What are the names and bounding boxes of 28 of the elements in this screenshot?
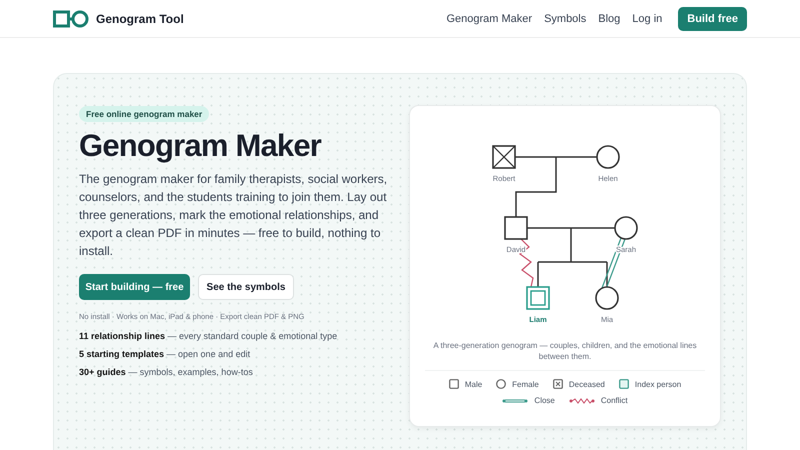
index-square-icon — [618, 379, 629, 389]
double-line-icon — [502, 398, 528, 404]
legend-label: Male — [464, 380, 482, 388]
start-building-button[interactable]: Start building — free — [79, 274, 190, 300]
logo-text: Genogram Tool — [96, 12, 184, 26]
description: The genogram maker for family therapists, social workers, counselors, and the students training to join them. Lay out three generations, mark the emotional relationships, and export a clean PDF in minutes — free to build, nothing to install. — [79, 171, 388, 260]
nav-link[interactable]: Genogram Maker — [446, 12, 532, 24]
zigzag-line-icon — [568, 398, 595, 404]
see-symbols-button[interactable]: See the symbols — [198, 274, 294, 300]
legend-label: Deceased — [568, 380, 605, 388]
crossed-square-icon — [552, 379, 563, 389]
legend-label: Index person — [634, 380, 682, 388]
page-title: Genogram Maker — [79, 128, 322, 164]
nav-link[interactable]: Log in — [632, 12, 662, 24]
stat-line: 30+ guides — symbols, examples, how-tos — [79, 367, 254, 377]
badge: Free online genogram maker — [79, 106, 210, 122]
square-icon — [448, 379, 459, 389]
nav-link[interactable]: Symbols — [544, 12, 586, 24]
legend-label: Conflict — [600, 396, 628, 405]
nav-link[interactable]: Blog — [598, 12, 620, 24]
legend-label: Female — [512, 380, 539, 388]
circle-icon — [496, 379, 506, 389]
logo-icon — [53, 10, 89, 28]
stat-line: 5 starting templates — open one and edit — [79, 349, 252, 359]
legend-label: Close — [534, 396, 555, 405]
build-free-button[interactable]: Build free — [678, 6, 747, 30]
diagram-caption: A three-generation genogram — couples, children, and the emotional lines between them. — [425, 340, 705, 371]
stat-line: 11 relationship lines — every standard couple & emotional type — [79, 331, 338, 341]
